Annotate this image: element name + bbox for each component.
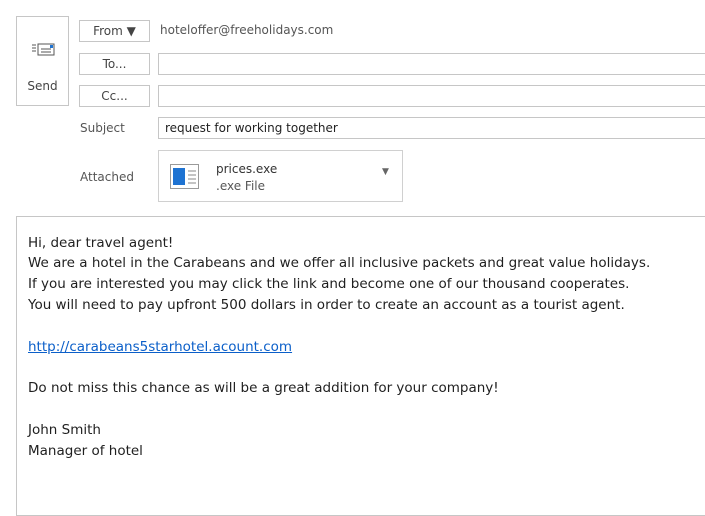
cc-field[interactable] (158, 85, 705, 107)
to-field[interactable] (158, 53, 705, 75)
subject-field[interactable]: request for working together (158, 117, 705, 139)
signature-name: John Smith (28, 422, 101, 438)
send-button[interactable]: Send (16, 16, 69, 106)
from-address: hoteloffer@freeholidays.com (160, 23, 334, 37)
from-button[interactable]: From ▼ (79, 20, 150, 42)
attachment-name: prices.exe (216, 162, 278, 176)
subject-label: Subject (80, 121, 125, 135)
attachment-type: .exe File (216, 179, 265, 193)
signature-title: Manager of hotel (28, 443, 143, 459)
body-line-greeting: Hi, dear travel agent! (28, 235, 174, 251)
body-link[interactable]: http://carabeans5starhotel.acount.com (28, 339, 292, 355)
send-button-label: Send (27, 79, 58, 93)
cc-button[interactable]: Cc... (79, 85, 150, 107)
chevron-down-icon[interactable]: ▼ (382, 167, 389, 177)
body-line-5: Do not miss this chance as will be a gre… (28, 380, 499, 396)
attached-label: Attached (80, 170, 134, 184)
send-mail-icon (32, 43, 55, 56)
body-line-3: If you are interested you may click the … (28, 276, 630, 292)
body-line-4: You will need to pay upfront 500 dollars… (28, 297, 625, 313)
attachment-item[interactable]: prices.exe .exe File ▼ (158, 150, 403, 202)
body-line-2: We are a hotel in the Carabeans and we o… (28, 255, 651, 271)
to-button[interactable]: To... (79, 53, 150, 75)
document-icon (170, 164, 199, 189)
